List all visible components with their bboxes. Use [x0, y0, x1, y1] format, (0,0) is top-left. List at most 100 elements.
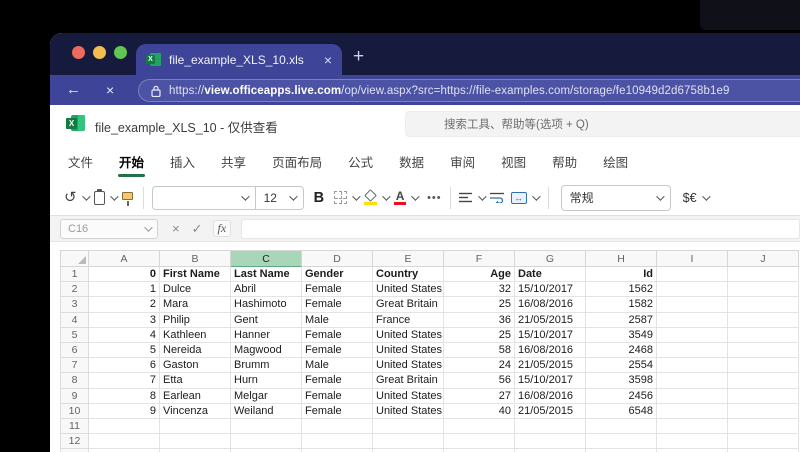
cell-J3[interactable]	[728, 297, 799, 313]
undo-button[interactable]: ↺	[64, 189, 91, 206]
cell-C11[interactable]	[231, 418, 302, 435]
tab-file[interactable]: 文件	[65, 146, 96, 177]
cell-B10[interactable]: Vincenza	[160, 403, 231, 419]
cell-I6[interactable]	[657, 342, 728, 359]
cell-H11[interactable]	[586, 418, 657, 435]
cell-I2[interactable]	[657, 282, 728, 298]
cell-B11[interactable]	[160, 418, 231, 435]
cell-F3[interactable]: 25	[444, 297, 515, 313]
chevron-down-icon[interactable]	[81, 191, 91, 201]
column-header-H[interactable]: H	[586, 250, 657, 267]
cell-E5[interactable]: United States	[373, 327, 444, 343]
paste-button[interactable]	[93, 188, 119, 205]
chevron-down-icon[interactable]	[352, 191, 361, 201]
chevron-down-icon[interactable]	[477, 191, 487, 201]
column-header-I[interactable]: I	[657, 250, 728, 267]
cell-F10[interactable]: 40	[444, 403, 515, 419]
cell-G11[interactable]	[515, 418, 586, 435]
cell-A9[interactable]: 8	[89, 388, 160, 404]
cell-C6[interactable]: Magwood	[231, 342, 302, 359]
cell-I4[interactable]	[657, 312, 728, 328]
cell-A6[interactable]: 5	[89, 342, 160, 359]
cell-G7[interactable]: 21/05/2015	[515, 358, 586, 374]
format-painter-button[interactable]	[121, 191, 133, 206]
row-number-4[interactable]: 4	[60, 312, 89, 328]
back-icon[interactable]: ←	[66, 80, 81, 100]
column-header-D[interactable]: D	[302, 250, 373, 267]
row-number-10[interactable]: 10	[60, 403, 89, 419]
cell-G5[interactable]: 15/10/2017	[515, 327, 586, 343]
cell-H1[interactable]: Id	[586, 267, 657, 283]
cell-G6[interactable]: 16/08/2016	[515, 342, 586, 359]
more-options-button[interactable]: •••	[427, 192, 442, 204]
column-header-A[interactable]: A	[89, 250, 160, 267]
cell-F11[interactable]	[444, 418, 515, 435]
cell-E10[interactable]: United States	[373, 403, 444, 419]
select-all-button[interactable]	[60, 250, 89, 267]
row-number-5[interactable]: 5	[60, 327, 89, 343]
cell-B3[interactable]: Mara	[160, 297, 231, 313]
cell-H7[interactable]: 2554	[586, 358, 657, 374]
new-tab-button[interactable]: +	[353, 47, 364, 66]
cell-C2[interactable]: Abril	[231, 282, 302, 298]
cell-F7[interactable]: 24	[444, 358, 515, 374]
cell-F4[interactable]: 36	[444, 312, 515, 328]
cell-H2[interactable]: 1562	[586, 282, 657, 298]
cell-B12[interactable]	[160, 434, 231, 450]
cell-A3[interactable]: 2	[89, 297, 160, 313]
cell-F2[interactable]: 32	[444, 282, 515, 298]
cell-H12[interactable]	[586, 434, 657, 450]
chevron-down-icon[interactable]	[382, 191, 391, 201]
minimize-window-button[interactable]	[93, 46, 106, 59]
cell-J6[interactable]	[728, 342, 799, 359]
cell-I1[interactable]	[657, 267, 728, 283]
cell-E4[interactable]: France	[373, 312, 444, 328]
cell-B5[interactable]: Kathleen	[160, 327, 231, 343]
alignment-button[interactable]	[458, 191, 487, 203]
cell-A11[interactable]	[89, 418, 160, 435]
browser-tab[interactable]: X file_example_XLS_10.xls ×	[136, 44, 342, 75]
cell-C4[interactable]: Gent	[231, 312, 302, 328]
number-format-select[interactable]: 常规	[560, 184, 671, 211]
cell-A10[interactable]: 9	[89, 403, 160, 419]
cell-J1[interactable]	[728, 267, 799, 283]
insert-function-button[interactable]: fx	[212, 220, 232, 237]
cell-F12[interactable]	[444, 434, 515, 450]
cell-H9[interactable]: 2456	[586, 388, 657, 404]
cell-G8[interactable]: 15/10/2017	[515, 373, 586, 389]
cell-C10[interactable]: Weiland	[231, 403, 302, 419]
cell-B2[interactable]: Dulce	[160, 282, 231, 298]
cell-E7[interactable]: United States	[373, 358, 444, 374]
cell-E11[interactable]	[373, 418, 444, 435]
cell-B1[interactable]: First Name	[160, 267, 231, 283]
row-number-9[interactable]: 9	[60, 388, 89, 404]
confirm-icon[interactable]: ✓	[192, 221, 203, 237]
chevron-down-icon[interactable]	[109, 191, 119, 201]
cell-A12[interactable]	[89, 434, 160, 450]
column-header-G[interactable]: G	[515, 250, 586, 267]
merge-cells-button[interactable]: ↔	[510, 191, 541, 204]
cell-D2[interactable]: Female	[302, 282, 373, 298]
cell-I9[interactable]	[657, 388, 728, 404]
search-input[interactable]: 搜索工具、帮助等(选项 + Q)	[405, 111, 800, 137]
cell-E1[interactable]: Country	[373, 267, 444, 283]
cell-F9[interactable]: 27	[444, 388, 515, 404]
cell-G4[interactable]: 21/05/2015	[515, 312, 586, 328]
cell-H10[interactable]: 6548	[586, 403, 657, 419]
cell-E2[interactable]: United States	[373, 282, 444, 298]
cell-A7[interactable]: 6	[89, 358, 160, 374]
currency-format-button[interactable]: $€	[671, 191, 711, 205]
maximize-window-button[interactable]	[114, 46, 127, 59]
address-bar[interactable]: https://view.officeapps.live.com/op/view…	[138, 79, 800, 102]
tab-insert[interactable]: 插入	[167, 146, 198, 177]
row-number-6[interactable]: 6	[60, 342, 89, 359]
font-name-select[interactable]	[151, 185, 255, 210]
cell-G1[interactable]: Date	[515, 267, 586, 283]
row-number-2[interactable]: 2	[60, 282, 89, 298]
row-number-7[interactable]: 7	[60, 358, 89, 374]
cell-A1[interactable]: 0	[89, 267, 160, 283]
cell-D8[interactable]: Female	[302, 373, 373, 389]
tab-review[interactable]: 审阅	[447, 146, 478, 177]
cell-H8[interactable]: 3598	[586, 373, 657, 389]
font-size-select[interactable]: 12	[254, 185, 304, 210]
